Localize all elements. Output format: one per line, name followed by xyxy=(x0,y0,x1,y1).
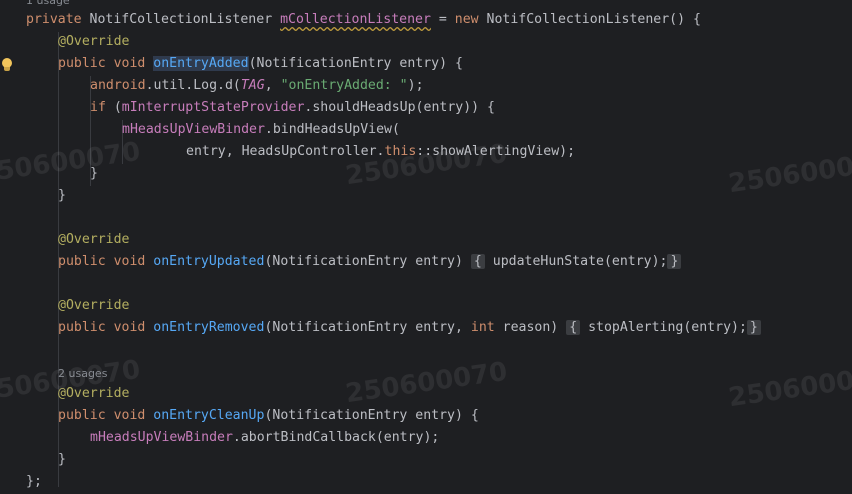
keyword: private xyxy=(26,12,82,27)
watermark: 250600070 xyxy=(343,356,510,410)
code-line: entry, HeadsUpController.this::showAlert… xyxy=(186,144,576,159)
code-line: @Override xyxy=(58,32,129,52)
code-line: }; xyxy=(26,474,42,489)
string-literal: "onEntryAdded: " xyxy=(280,78,408,93)
method-on-entry-updated[interactable]: onEntryUpdated xyxy=(153,254,264,269)
override-annotation: @Override xyxy=(58,34,130,49)
folded-brace[interactable]: { xyxy=(470,254,485,269)
folded-brace[interactable]: { xyxy=(566,320,581,335)
code-line: public void onEntryCleanUp(NotificationE… xyxy=(58,408,479,423)
code-line: android.util.Log.d(TAG, "onEntryAdded: "… xyxy=(90,78,424,93)
code-line: @Override xyxy=(58,386,130,401)
code-line: mHeadsUpViewBinder.abortBindCallback(ent… xyxy=(90,430,440,445)
code-line: mHeadsUpViewBinder.bindHeadsUpView( xyxy=(122,122,400,137)
code-line: @Override xyxy=(58,232,130,247)
code-line: @Override xyxy=(58,298,130,313)
code-line: public void onEntryUpdated(NotificationE… xyxy=(58,252,682,272)
folded-brace[interactable]: } xyxy=(667,254,682,269)
usage-hint[interactable]: 1 usage xyxy=(26,0,70,8)
method-on-entry-clean-up[interactable]: onEntryCleanUp xyxy=(153,408,264,423)
code-line: private NotifCollectionListener mCollect… xyxy=(26,12,701,27)
code-line: public void onEntryRemoved(NotificationE… xyxy=(58,318,761,338)
method-on-entry-added[interactable]: onEntryAdded xyxy=(153,56,249,71)
collection-listener-field[interactable]: mCollectionListener xyxy=(280,12,431,27)
method-on-entry-removed[interactable]: onEntryRemoved xyxy=(153,320,264,335)
watermark: 250600070 xyxy=(726,146,852,200)
code-line: public void onEntryAdded(NotificationEnt… xyxy=(58,56,463,71)
code-line: } xyxy=(58,188,66,203)
folded-brace[interactable]: } xyxy=(746,320,761,335)
code-line: } xyxy=(90,166,98,181)
usage-hint[interactable]: 2 usages xyxy=(58,367,107,381)
lightbulb-icon[interactable] xyxy=(1,58,13,72)
code-line: } xyxy=(58,452,66,467)
watermark: 250600070 xyxy=(0,136,143,190)
code-line: if (mInterruptStateProvider.shouldHeadsU… xyxy=(90,100,495,115)
watermark: 250600070 xyxy=(726,360,852,414)
